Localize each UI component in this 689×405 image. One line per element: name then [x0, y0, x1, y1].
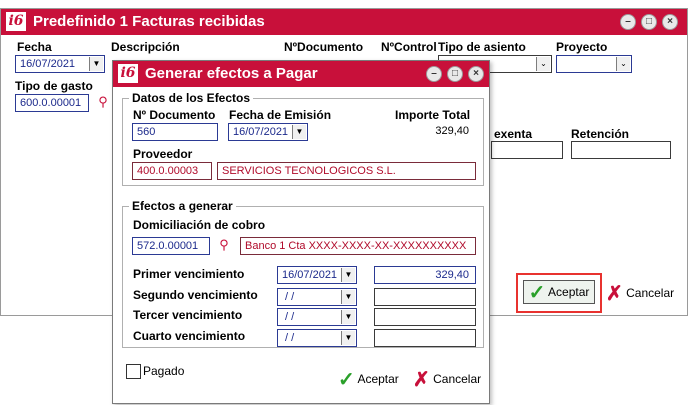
maximize-icon[interactable]: □	[641, 14, 657, 30]
cancel-x-icon: ✗	[413, 368, 430, 391]
documento-field[interactable]: 560	[132, 123, 218, 141]
importe-total-label: Importe Total	[395, 108, 471, 122]
chevron-down-icon[interactable]: ⌄	[536, 57, 550, 71]
vencimiento-date-field[interactable]: 16/07/2021 ▼	[277, 266, 357, 284]
proyecto-label: Proyecto	[556, 40, 608, 54]
close-icon[interactable]: ×	[468, 66, 484, 82]
back-cancelar-button[interactable]: ✗ Cancelar	[606, 281, 674, 305]
cancel-x-icon: ✗	[606, 282, 623, 305]
close-icon[interactable]: ×	[662, 14, 678, 30]
vencimiento-date-value: 16/07/2021	[282, 269, 338, 281]
chevron-down-icon[interactable]: ▼	[341, 268, 355, 282]
search-icon[interactable]: ⚲	[213, 236, 235, 254]
control-label: NºControl	[381, 40, 437, 54]
dialog-aceptar-button[interactable]: ✓ Aceptar	[338, 367, 399, 391]
datos-group-title: Datos de los Efectos	[129, 91, 254, 105]
vencimiento-label: Segundo vencimiento	[133, 288, 258, 302]
chevron-down-icon[interactable]: ▼	[292, 125, 306, 139]
pagado-label: Pagado	[143, 364, 185, 378]
app-logo-icon: i6	[118, 64, 138, 83]
fecha-emision-label: Fecha de Emisión	[229, 108, 332, 122]
tipo-asiento-label: Tipo de asiento	[438, 40, 526, 54]
pagado-checkbox[interactable]	[126, 364, 141, 379]
chevron-down-icon[interactable]: ▼	[341, 290, 355, 304]
back-cancelar-label: Cancelar	[626, 286, 675, 300]
minimize-icon[interactable]: –	[426, 66, 442, 82]
vencimiento-date-value: / /	[282, 332, 295, 344]
app-logo-icon: i6	[6, 12, 26, 31]
chevron-down-icon[interactable]: ⌄	[616, 57, 630, 71]
minimize-icon[interactable]: –	[620, 14, 636, 30]
exenta-label: exenta	[494, 127, 533, 141]
back-aceptar-button[interactable]: ✓ Aceptar	[523, 280, 595, 304]
importe-total-value: 329,40	[435, 125, 469, 137]
descripcion-label: Descripción	[111, 40, 180, 54]
tipo-gasto-field[interactable]: 600.0.00001	[15, 94, 89, 112]
chevron-down-icon[interactable]: ▼	[341, 310, 355, 324]
domiciliacion-label: Domiciliación de cobro	[133, 218, 266, 232]
proyecto-select[interactable]: ⌄	[556, 55, 632, 73]
maximize-icon[interactable]: □	[447, 66, 463, 82]
dialog-titlebar: i6 Generar efectos a Pagar – □ ×	[113, 61, 489, 87]
retencion-field[interactable]	[571, 141, 671, 159]
dialog-title: Generar efectos a Pagar	[145, 65, 318, 82]
exenta-field[interactable]	[491, 141, 563, 159]
back-window-title: Predefinido 1 Facturas recibidas	[33, 13, 265, 30]
vencimiento-label: Cuarto vencimiento	[133, 329, 246, 343]
vencimiento-amount-field[interactable]: 329,40	[374, 266, 476, 284]
vencimiento-date-value: / /	[282, 311, 295, 323]
check-icon: ✓	[338, 368, 355, 391]
tipo-gasto-label: Tipo de gasto	[15, 79, 93, 93]
dialog-cancelar-button[interactable]: ✗ Cancelar	[413, 367, 481, 391]
check-icon: ✓	[528, 281, 546, 304]
search-icon[interactable]: ⚲	[92, 93, 114, 111]
vencimiento-date-field[interactable]: / / ▼	[277, 308, 357, 326]
proveedor-code-field[interactable]: 400.0.00003	[132, 162, 212, 180]
fecha-value: 16/07/2021	[20, 58, 76, 70]
generar-efectos-dialog: i6 Generar efectos a Pagar – □ × Datos d…	[112, 60, 490, 404]
vencimiento-amount-field[interactable]	[374, 329, 476, 347]
documento-label: Nº Documento	[133, 108, 216, 122]
dialog-aceptar-label: Aceptar	[357, 372, 399, 386]
proveedor-label: Proveedor	[133, 147, 193, 161]
chevron-down-icon[interactable]: ▼	[341, 331, 355, 345]
documento-label: NºDocumento	[284, 40, 364, 54]
fecha-emision-field[interactable]: 16/07/2021 ▼	[228, 123, 308, 141]
vencimiento-amount-field[interactable]	[374, 288, 476, 306]
retencion-label: Retención	[571, 127, 630, 141]
vencimiento-date-value: / /	[282, 291, 295, 303]
vencimiento-date-field[interactable]: / / ▼	[277, 288, 357, 306]
fecha-field[interactable]: 16/07/2021 ▼	[15, 55, 105, 73]
vencimiento-label: Tercer vencimiento	[133, 308, 243, 322]
domiciliacion-name-field[interactable]: Banco 1 Cta XXXX-XXXX-XX-XXXXXXXXXX	[240, 237, 476, 255]
proveedor-name-field[interactable]: SERVICIOS TECNOLOGICOS S.L.	[217, 162, 476, 180]
vencimiento-date-field[interactable]: / / ▼	[277, 329, 357, 347]
vencimiento-label: Primer vencimiento	[133, 267, 245, 281]
back-aceptar-label: Aceptar	[548, 285, 590, 299]
vencimiento-amount-field[interactable]	[374, 308, 476, 326]
back-window-titlebar: i6 Predefinido 1 Facturas recibidas – □ …	[1, 9, 687, 35]
efectos-group-title: Efectos a generar	[129, 199, 236, 213]
dialog-cancelar-label: Cancelar	[433, 372, 482, 386]
fecha-label: Fecha	[17, 40, 52, 54]
chevron-down-icon[interactable]: ▼	[89, 57, 103, 71]
fecha-emision-value: 16/07/2021	[233, 126, 289, 138]
domiciliacion-code-field[interactable]: 572.0.00001	[132, 237, 210, 255]
